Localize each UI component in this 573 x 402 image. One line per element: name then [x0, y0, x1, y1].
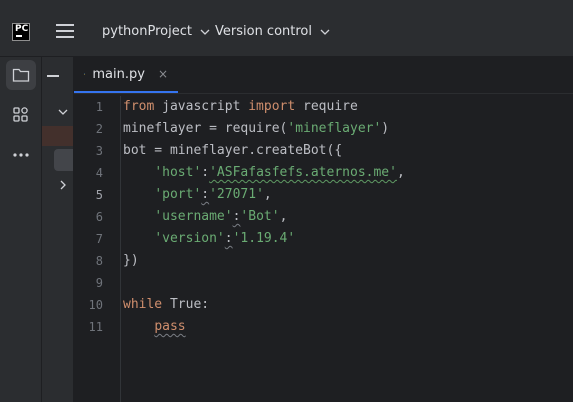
- line-number: 11: [88, 320, 103, 334]
- minimize-icon[interactable]: [47, 75, 59, 77]
- code-line[interactable]: 'version':'1.19.4': [123, 228, 295, 250]
- tool-window-strip: [0, 57, 42, 402]
- more-icon: [13, 153, 29, 157]
- code-token: True:: [162, 297, 210, 312]
- project-tool-button[interactable]: [6, 60, 36, 90]
- chevron-down-icon: [200, 29, 210, 35]
- line-number: 6: [95, 210, 103, 224]
- main-menu-button[interactable]: [56, 24, 74, 40]
- chevron-down-icon[interactable]: [58, 107, 68, 117]
- project-label: pythonProject: [102, 24, 192, 39]
- code-token: 'ASFafasfefs.aternos.me': [209, 165, 397, 180]
- line-number: 3: [95, 144, 103, 158]
- code-line[interactable]: 'username':'Bot',: [123, 206, 287, 228]
- line-number: 8: [95, 254, 103, 268]
- code-token: 'host': [154, 165, 202, 180]
- code-token: ,: [279, 209, 288, 224]
- close-icon[interactable]: ×: [158, 67, 168, 81]
- code-line[interactable]: bot = mineflayer.createBot({: [123, 140, 342, 162]
- code-token: '27071': [209, 187, 264, 202]
- python-file-icon: [84, 73, 86, 75]
- version-control-menu[interactable]: Version control: [215, 24, 330, 39]
- tree-row-selected[interactable]: [54, 149, 73, 171]
- logo-text: PC: [15, 24, 29, 34]
- line-number: 10: [88, 298, 103, 312]
- code-line[interactable]: pass: [123, 316, 186, 338]
- code-token: bot = mineflayer.createBot({: [123, 143, 343, 158]
- title-bar: PC pythonProject Version control: [0, 0, 573, 57]
- code-line[interactable]: 'port':'27071',: [123, 184, 272, 206]
- code-token: }): [123, 253, 139, 268]
- code-token: javascript: [154, 99, 249, 114]
- code-line[interactable]: mineflayer = require('mineflayer'): [123, 118, 389, 140]
- line-number: 4: [95, 166, 103, 180]
- code-line[interactable]: while True:: [123, 294, 209, 316]
- tree-row-highlight[interactable]: [42, 126, 73, 146]
- tab-label: main.py: [92, 66, 145, 82]
- code-token: pass: [154, 319, 186, 334]
- code-token: mineflayer = require(: [123, 121, 288, 136]
- more-tools-button[interactable]: [6, 140, 36, 170]
- code-line[interactable]: 'host':'ASFafasfefs.aternos.me',: [123, 162, 405, 184]
- structure-tool-button[interactable]: [6, 100, 36, 130]
- line-number: 1: [95, 100, 103, 114]
- code-token: 'Bot': [240, 209, 280, 224]
- folder-icon: [12, 68, 30, 82]
- code-line[interactable]: from javascript import require: [123, 96, 358, 118]
- code-token: 'port': [154, 187, 202, 202]
- code-token: ): [381, 121, 390, 136]
- code-token: from: [123, 99, 155, 114]
- code-token: :: [201, 187, 210, 202]
- line-number: 5: [95, 188, 103, 202]
- code-token: ,: [396, 165, 405, 180]
- vcs-label: Version control: [215, 24, 312, 39]
- line-number: 9: [95, 276, 103, 290]
- code-token: require: [295, 99, 358, 114]
- line-number: 7: [95, 232, 103, 246]
- project-panel: [42, 57, 74, 402]
- editor-tab-bar: main.py ×: [74, 57, 573, 94]
- code-token: import: [248, 99, 296, 114]
- chevron-right-icon[interactable]: [58, 180, 68, 190]
- code-token: 'version': [154, 231, 225, 246]
- code-token: :: [201, 165, 210, 180]
- code-editor[interactable]: from javascript import require mineflayer…: [121, 96, 573, 402]
- line-number-gutter: 1 2 3 4 5 6 7 8 9 10 11: [74, 96, 121, 402]
- code-token: '1.19.4': [232, 231, 296, 246]
- tab-main-py[interactable]: main.py ×: [74, 57, 178, 93]
- line-number: 2: [95, 122, 103, 136]
- chevron-down-icon: [320, 29, 330, 35]
- code-line[interactable]: }): [123, 250, 139, 272]
- project-menu[interactable]: pythonProject: [102, 24, 210, 39]
- code-token: :: [224, 231, 233, 246]
- code-token: while: [123, 297, 163, 312]
- pycharm-logo-icon[interactable]: PC: [12, 23, 30, 41]
- code-token: 'username': [154, 209, 233, 224]
- code-token: ,: [263, 187, 272, 202]
- structure-icon: [13, 107, 28, 122]
- code-token: 'mineflayer': [287, 121, 382, 136]
